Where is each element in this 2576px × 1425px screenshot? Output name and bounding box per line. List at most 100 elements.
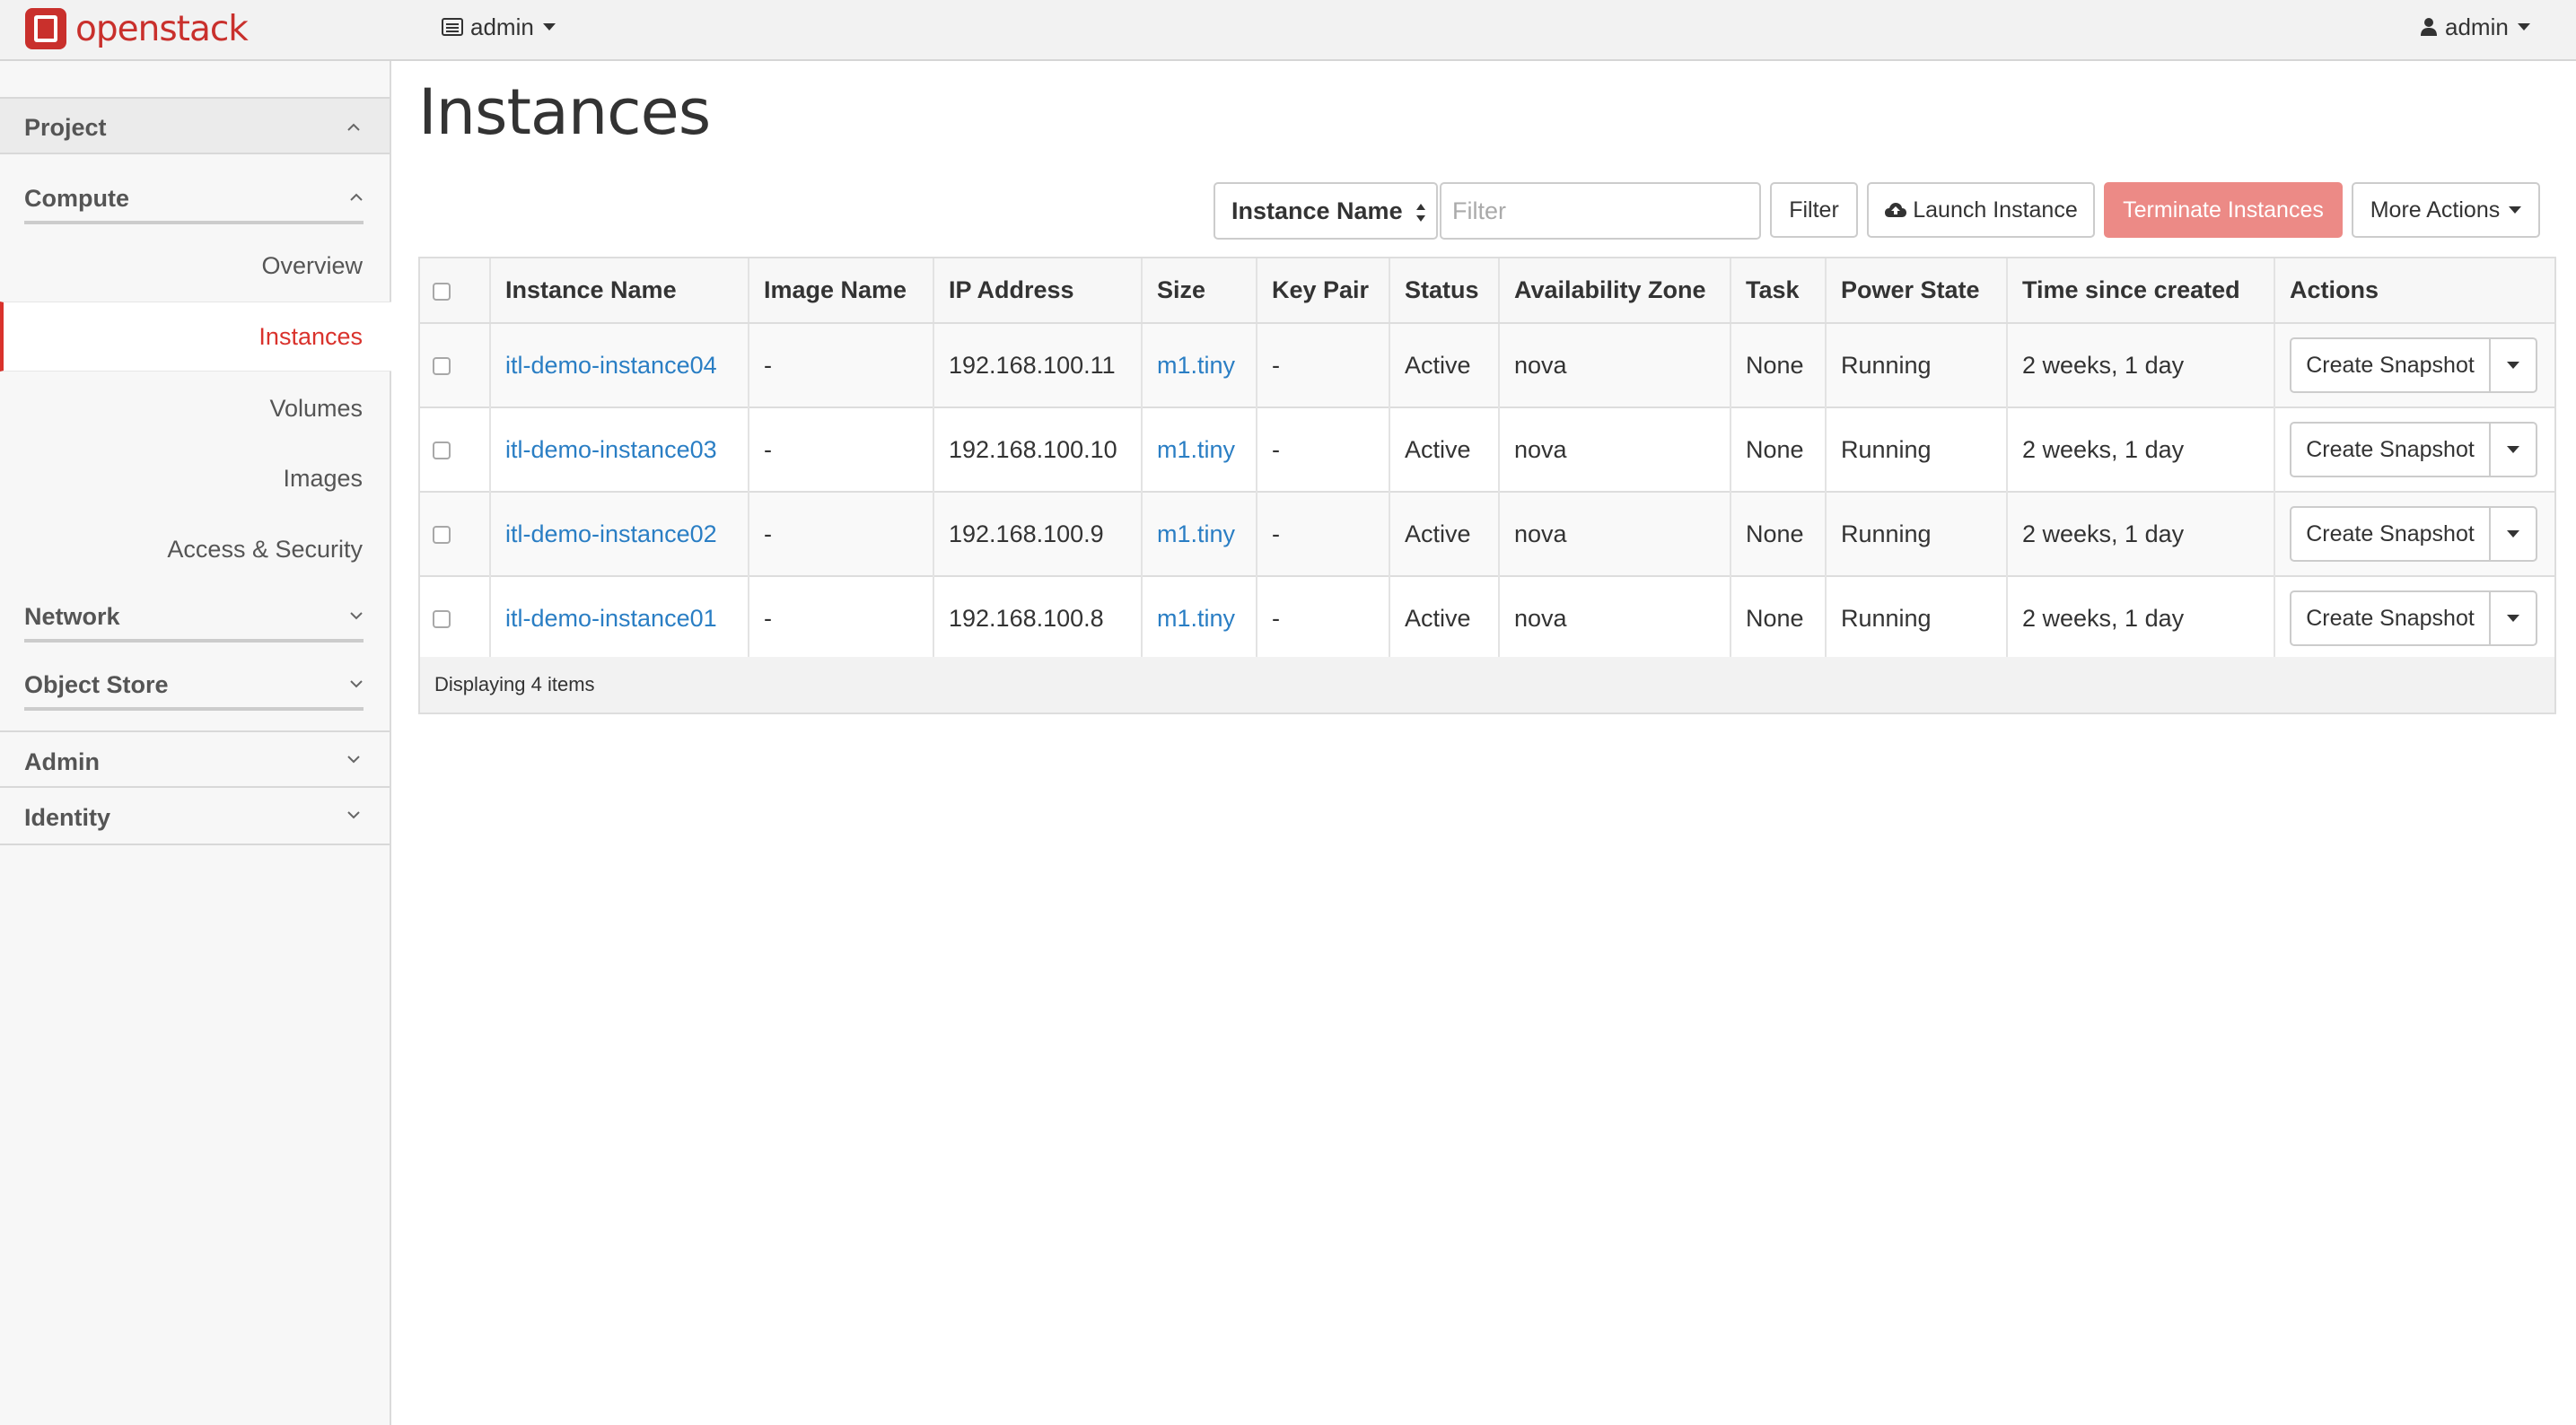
top-navbar: openstack admin admin (0, 0, 2576, 61)
chevron-up-icon (350, 193, 363, 201)
status-cell: Active (1389, 323, 1500, 407)
size-link[interactable]: m1.tiny (1157, 605, 1235, 632)
table-row: itl-demo-instance03 - 192.168.100.10 m1.… (420, 407, 2554, 492)
row-select-cell (420, 407, 491, 492)
size-link[interactable]: m1.tiny (1157, 352, 1235, 379)
select-all-cell (420, 258, 491, 324)
chevron-down-icon (2509, 206, 2522, 214)
availability-zone-cell: nova (1499, 576, 1731, 660)
user-menu-dropdown[interactable]: admin (2420, 9, 2530, 45)
create-snapshot-button[interactable]: Create Snapshot (2290, 506, 2491, 562)
row-select-cell (420, 323, 491, 407)
more-actions-label: More Actions (2370, 197, 2501, 223)
row-action-group: Create Snapshot (2290, 337, 2537, 393)
chevron-down-icon (350, 680, 363, 688)
row-select-cell (420, 576, 491, 660)
table-row: itl-demo-instance02 - 192.168.100.9 m1.t… (420, 492, 2554, 576)
time-since-created-cell: 2 weeks, 1 day (2007, 407, 2275, 492)
power-state-cell: Running (1826, 323, 2008, 407)
table-footer-count: Displaying 4 items (420, 657, 2554, 712)
ip-address-cell: 192.168.100.10 (933, 407, 1143, 492)
row-actions-dropdown-toggle[interactable] (2489, 506, 2537, 562)
row-actions-dropdown-toggle[interactable] (2489, 337, 2537, 393)
select-all-checkbox[interactable] (433, 282, 451, 301)
sidebar-item-volumes[interactable]: Volumes (269, 395, 363, 423)
row-action-group: Create Snapshot (2290, 590, 2537, 646)
sidebar-section-project[interactable]: Project (0, 97, 390, 154)
column-header-ip-address[interactable]: IP Address (933, 258, 1143, 324)
column-header-size[interactable]: Size (1142, 258, 1257, 324)
sidebar-item-images[interactable]: Images (283, 465, 363, 493)
sidebar-section-admin[interactable]: Admin (0, 730, 390, 788)
terminate-instances-button[interactable]: Terminate Instances (2104, 182, 2343, 238)
filter-field-select[interactable]: Instance Name (1214, 182, 1438, 240)
sidebar-group-label: Compute (24, 185, 129, 212)
power-state-cell: Running (1826, 576, 2008, 660)
column-header-status[interactable]: Status (1389, 258, 1500, 324)
more-actions-button[interactable]: More Actions (2352, 182, 2540, 238)
filter-input[interactable] (1440, 182, 1761, 240)
sidebar-group-object-store[interactable]: Object Store (24, 664, 364, 711)
instance-name-link[interactable]: itl-demo-instance03 (505, 436, 717, 463)
image-name-cell: - (749, 576, 934, 660)
table-row: itl-demo-instance04 - 192.168.100.11 m1.… (420, 323, 2554, 407)
time-since-created-cell: 2 weeks, 1 day (2007, 323, 2275, 407)
sidebar-section-label: Admin (24, 748, 100, 775)
project-selector-dropdown[interactable]: admin (442, 9, 556, 45)
project-list-icon (442, 18, 463, 36)
filter-button[interactable]: Filter (1770, 182, 1858, 238)
create-snapshot-button[interactable]: Create Snapshot (2290, 590, 2491, 646)
instances-table: Instance Name Image Name IP Address Size… (418, 257, 2556, 714)
row-actions-dropdown-toggle[interactable] (2489, 590, 2537, 646)
power-state-cell: Running (1826, 492, 2008, 576)
size-link[interactable]: m1.tiny (1157, 436, 1235, 463)
sidebar-item-access-security[interactable]: Access & Security (167, 536, 363, 564)
instance-name-link[interactable]: itl-demo-instance04 (505, 352, 717, 379)
sidebar-section-identity[interactable]: Identity (0, 788, 390, 845)
instance-name-link[interactable]: itl-demo-instance02 (505, 520, 717, 547)
sidebar-item-overview[interactable]: Overview (261, 252, 363, 280)
image-name-cell: - (749, 323, 934, 407)
task-cell: None (1730, 407, 1827, 492)
instance-name-link[interactable]: itl-demo-instance01 (505, 605, 717, 632)
column-header-image-name[interactable]: Image Name (749, 258, 934, 324)
table-row: itl-demo-instance01 - 192.168.100.8 m1.t… (420, 576, 2554, 660)
column-header-time-since-created[interactable]: Time since created (2007, 258, 2275, 324)
row-checkbox[interactable] (433, 526, 451, 545)
column-header-key-pair[interactable]: Key Pair (1257, 258, 1390, 324)
key-pair-cell: - (1257, 492, 1390, 576)
sidebar-group-label: Object Store (24, 671, 169, 698)
row-checkbox[interactable] (433, 357, 451, 376)
launch-instance-label: Launch Instance (1913, 197, 2078, 223)
size-link[interactable]: m1.tiny (1157, 520, 1235, 547)
user-menu-label: admin (2445, 13, 2509, 40)
chevron-down-icon (2517, 23, 2530, 31)
chevron-down-icon (2507, 362, 2519, 369)
sidebar-group-compute[interactable]: Compute (24, 178, 364, 224)
create-snapshot-button[interactable]: Create Snapshot (2290, 337, 2491, 393)
row-action-group: Create Snapshot (2290, 422, 2537, 477)
sidebar: Project Compute Overview Instances Volum… (0, 61, 391, 1425)
row-checkbox[interactable] (433, 441, 451, 460)
actions-cell: Create Snapshot (2274, 576, 2554, 660)
sidebar-item-instances[interactable]: Instances (258, 323, 363, 351)
launch-instance-button[interactable]: Launch Instance (1867, 182, 2095, 238)
chevron-down-icon (347, 811, 360, 819)
column-header-instance-name[interactable]: Instance Name (490, 258, 749, 324)
row-checkbox[interactable] (433, 610, 451, 629)
status-cell: Active (1389, 576, 1500, 660)
filter-field-value: Instance Name (1231, 197, 1403, 224)
sidebar-group-network[interactable]: Network (24, 596, 364, 643)
column-header-power-state[interactable]: Power State (1826, 258, 2008, 324)
task-cell: None (1730, 492, 1827, 576)
brand[interactable]: openstack (23, 5, 249, 52)
status-cell: Active (1389, 492, 1500, 576)
time-since-created-cell: 2 weeks, 1 day (2007, 576, 2275, 660)
column-header-availability-zone[interactable]: Availability Zone (1499, 258, 1731, 324)
create-snapshot-button[interactable]: Create Snapshot (2290, 422, 2491, 477)
row-actions-dropdown-toggle[interactable] (2489, 422, 2537, 477)
column-header-task[interactable]: Task (1730, 258, 1827, 324)
select-arrows-icon (1416, 204, 1425, 222)
chevron-down-icon (347, 756, 360, 764)
chevron-down-icon (350, 612, 363, 620)
